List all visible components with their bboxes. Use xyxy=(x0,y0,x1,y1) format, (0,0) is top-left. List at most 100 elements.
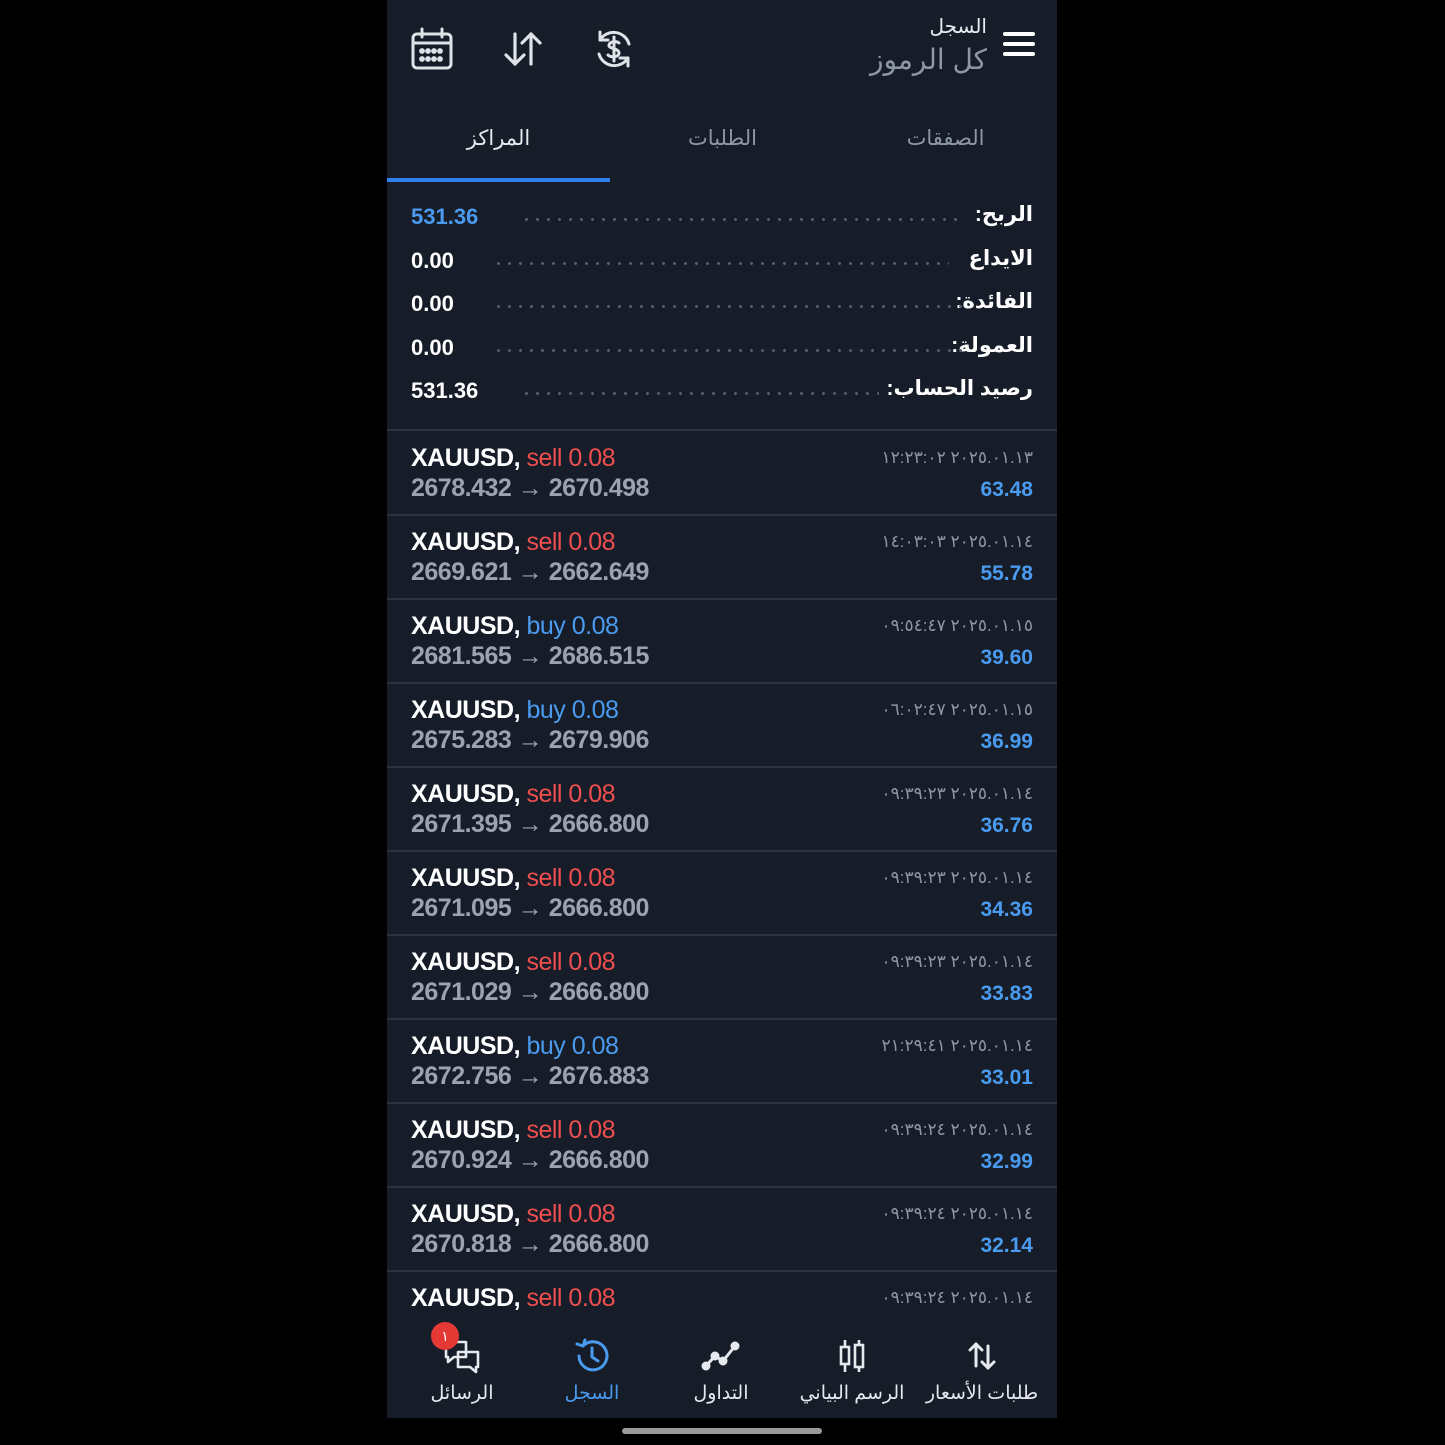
deal-date: ٢٠٢٥.٠١.١٣ ١٢:٢٣:٠٢ xyxy=(881,448,1033,467)
deal-row[interactable]: XAUUSD, sell 0.08 2670.924 → 2666.800 ٢٠٢٥… xyxy=(387,1104,1057,1188)
arrow-icon: → xyxy=(517,1230,543,1258)
tab-positions[interactable]: المراكز xyxy=(387,126,610,151)
symbol-filter[interactable]: كل الرموز xyxy=(870,42,987,78)
tab-deals[interactable]: الصفقات xyxy=(834,126,1057,151)
deal-prices: 2671.029 → 2666.800 xyxy=(411,978,649,1007)
nav-label: السجل xyxy=(564,1383,620,1404)
deal-profit: 32.99 xyxy=(980,1150,1033,1173)
deal-symbol: XAUUSD, xyxy=(411,1284,521,1312)
summary-divider xyxy=(387,429,1057,431)
deal-open-price: 2669.621 xyxy=(411,558,512,586)
deal-date: ٢٠٢٥.٠١.١٤ ٠٩:٣٩:٢٣ xyxy=(881,952,1033,971)
deal-close-price: 2670.498 xyxy=(548,474,650,502)
summary-dot-leader xyxy=(493,348,965,352)
deal-open-price: 2670.818 xyxy=(411,1230,512,1258)
arrow-icon: → xyxy=(517,894,543,922)
deal-close-price: 2666.800 xyxy=(548,894,650,922)
deal-type: sell 0.08 xyxy=(526,1284,616,1312)
summary-label: رصيد الحساب: xyxy=(886,377,1034,401)
nav-quotes[interactable]: طلبات الأسعار xyxy=(915,1318,1049,1418)
deal-close-price: 2662.649 xyxy=(548,558,650,586)
deal-type: sell 0.08 xyxy=(526,1200,616,1228)
home-indicator-area xyxy=(387,1418,1057,1445)
summary-label: الربح: xyxy=(974,203,1033,226)
deal-row[interactable]: XAUUSD, sell 0.08 2671.029 → 2666.800 ٢٠٢٥… xyxy=(387,936,1057,1020)
deal-row[interactable]: XAUUSD, sell 0.08 2671.095 → 2666.800 ٢٠٢٥… xyxy=(387,852,1057,936)
nav-candlestick-chart[interactable]: الرسم البياني xyxy=(785,1318,919,1418)
deal-date: ٢٠٢٥.٠١.١٤ ١٤:٠٣:٠٣ xyxy=(881,532,1033,551)
summary-label: العمولة: xyxy=(951,333,1033,357)
deal-symbol-line: XAUUSD, sell 0.08 xyxy=(411,1284,616,1313)
deal-date: ٢٠٢٥.٠١.١٥ ٠٦:٠٢:٤٧ xyxy=(881,700,1033,719)
arrow-icon: → xyxy=(517,1062,543,1090)
deal-profit: 36.99 xyxy=(980,730,1033,753)
arrow-icon: → xyxy=(517,810,543,838)
deal-symbol: XAUUSD, xyxy=(411,864,521,892)
page-title: السجل xyxy=(929,16,987,38)
deal-close-price: 2666.800 xyxy=(548,978,650,1006)
deal-open-price: 2670.924 xyxy=(411,1146,512,1174)
deal-profit: 32.14 xyxy=(980,1234,1033,1257)
arrow-icon: → xyxy=(517,558,543,586)
deal-profit: 39.60 xyxy=(980,646,1033,669)
deal-prices: 2675.283 → 2679.906 xyxy=(411,726,649,755)
arrow-icon: → xyxy=(517,1146,543,1174)
deal-symbol-line: XAUUSD, sell 0.08 xyxy=(411,1200,616,1229)
header-title-block[interactable]: السجل كل الرموز xyxy=(870,14,987,78)
deal-date: ٢٠٢٥.٠١.١٤ ٢١:٢٩:٤١ xyxy=(881,1036,1033,1055)
deal-prices: 2670.924 → 2666.800 xyxy=(411,1146,649,1175)
currency-refresh-icon[interactable] xyxy=(591,26,637,72)
summary-value: 0.00 xyxy=(411,247,454,273)
deal-prices: 2669.621 → 2662.649 xyxy=(411,558,649,587)
summary-value: 531.36 xyxy=(411,378,479,404)
deal-row[interactable]: XAUUSD, sell 0.08 2671.395 → 2666.800 ٢٠٢٥… xyxy=(387,768,1057,852)
nav-messages[interactable]: الرسائل ١ xyxy=(395,1318,529,1418)
summary-dot-leader xyxy=(493,305,969,309)
deal-open-price: 2675.283 xyxy=(411,726,512,754)
tab-orders[interactable]: الطلبات xyxy=(611,126,834,151)
deal-open-price: 2671.029 xyxy=(411,978,512,1006)
summary-row: العمولة: 0.00 xyxy=(387,327,1057,371)
deal-row[interactable]: XAUUSD, sell 0.08 2678.432 → 2670.498 ٢٠٢٥… xyxy=(387,432,1057,516)
deal-symbol: XAUUSD, xyxy=(411,1032,521,1060)
deal-profit: 33.83 xyxy=(980,982,1033,1005)
summary-value: 0.00 xyxy=(411,334,454,360)
deal-open-price: 2681.565 xyxy=(411,642,512,670)
deals-list: XAUUSD, sell 0.08 2678.432 → 2670.498 ٢٠٢٥… xyxy=(387,432,1057,1356)
nav-history[interactable]: السجل xyxy=(525,1318,659,1418)
summary-panel: الربح: 531.36 الايداع 0.00 الفائدة: 0.00 العمو… xyxy=(387,196,1057,414)
deal-symbol-line: XAUUSD, sell 0.08 xyxy=(411,444,616,473)
deal-symbol-line: XAUUSD, buy 0.08 xyxy=(411,612,619,641)
summary-dot-leader xyxy=(521,218,965,221)
home-indicator xyxy=(622,1428,822,1434)
deal-symbol: XAUUSD, xyxy=(411,1116,521,1144)
deal-date: ٢٠٢٥.٠١.١٤ ٠٩:٣٩:٢٣ xyxy=(881,868,1033,887)
deal-close-price: 2666.800 xyxy=(548,810,650,838)
deal-row[interactable]: XAUUSD, buy 0.08 2681.565 → 2686.515 ٢٠٢٥.… xyxy=(387,600,1057,684)
deal-date: ٢٠٢٥.٠١.١٥ ٠٩:٥٤:٤٧ xyxy=(881,616,1033,635)
deal-close-price: 2676.883 xyxy=(548,1062,650,1090)
arrow-icon: → xyxy=(517,726,543,754)
tab-bar: الصفقات الطلبات المراكز xyxy=(387,100,1057,184)
deal-symbol: XAUUSD, xyxy=(411,948,521,976)
deal-symbol-line: XAUUSD, sell 0.08 xyxy=(411,864,616,893)
deal-date: ٢٠٢٥.٠١.١٤ ٠٩:٣٩:٢٤ xyxy=(881,1204,1033,1223)
menu-icon[interactable] xyxy=(1003,32,1041,66)
deal-row[interactable]: XAUUSD, sell 0.08 2669.621 → 2662.649 ٢٠٢٥… xyxy=(387,516,1057,600)
candlestick-chart-icon xyxy=(832,1336,872,1376)
deal-symbol-line: XAUUSD, sell 0.08 xyxy=(411,1116,616,1145)
deal-prices: 2681.565 → 2686.515 xyxy=(411,642,649,671)
deal-open-price: 2671.095 xyxy=(411,894,512,922)
deal-row[interactable]: XAUUSD, buy 0.08 2675.283 → 2679.906 ٢٠٢٥.… xyxy=(387,684,1057,768)
calendar-icon[interactable] xyxy=(409,26,455,72)
deal-prices: 2670.818 → 2666.800 xyxy=(411,1230,649,1259)
arrow-icon: → xyxy=(517,978,543,1006)
deal-profit: 63.48 xyxy=(980,478,1033,501)
deal-prices: 2671.395 → 2666.800 xyxy=(411,810,649,839)
deal-row[interactable]: XAUUSD, buy 0.08 2672.756 → 2676.883 ٢٠٢٥.… xyxy=(387,1020,1057,1104)
sort-icon[interactable] xyxy=(500,26,546,72)
summary-row: الايداع 0.00 xyxy=(387,240,1057,284)
deal-row[interactable]: XAUUSD, sell 0.08 2670.818 → 2666.800 ٢٠٢٥… xyxy=(387,1188,1057,1272)
nav-trade[interactable]: التداول xyxy=(654,1318,788,1418)
summary-label: الايداع xyxy=(968,246,1033,270)
